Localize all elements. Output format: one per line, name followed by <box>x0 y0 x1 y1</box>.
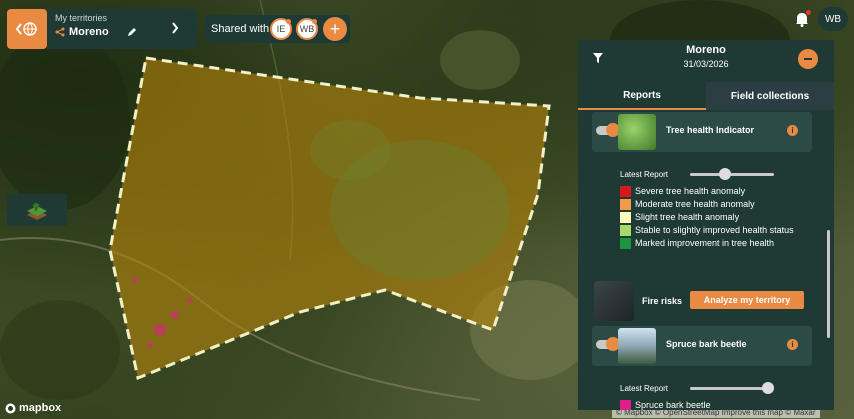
legend-swatch <box>620 400 631 410</box>
territory-card[interactable]: My territories Moreno <box>47 9 197 49</box>
spruce-beetle-toggle[interactable] <box>596 337 620 351</box>
tree-health-legend: Severe tree health anomaly Moderate tree… <box>620 186 800 251</box>
legend-swatch <box>620 199 631 210</box>
legend-item: Spruce bark beetle <box>620 400 800 410</box>
chevron-right-icon[interactable] <box>171 22 179 34</box>
fire-risks-thumbnail <box>594 281 634 321</box>
panel-tabs: Reports Field collections <box>578 82 834 110</box>
edit-icon[interactable] <box>127 27 137 37</box>
layer-tree-health: Tree health Indicator i <box>592 112 812 152</box>
globe-back-icon <box>16 22 37 36</box>
slider-knob[interactable] <box>718 168 731 180</box>
latest-report-label: Latest Report <box>620 170 669 179</box>
tab-reports[interactable]: Reports <box>578 82 706 110</box>
shared-user-avatar[interactable]: WB <box>296 18 318 40</box>
legend-item: Moderate tree health anomaly <box>620 199 800 210</box>
legend-swatch <box>620 225 631 236</box>
tree-health-label: Tree health Indicator <box>666 125 755 135</box>
reports-panel: Moreno 31/03/2026 Reports Field collecti… <box>578 40 834 410</box>
notification-bell-icon[interactable] <box>793 10 811 28</box>
collapse-panel-button[interactable] <box>798 49 818 69</box>
info-icon[interactable]: i <box>787 339 798 350</box>
shared-user-avatar[interactable]: IE <box>270 18 292 40</box>
legend-item: Slight tree health anomaly <box>620 212 800 223</box>
mapbox-icon <box>5 403 16 413</box>
map-style-button[interactable] <box>7 194 67 226</box>
mapbox-logo: mapbox <box>5 402 61 414</box>
terrain-icon <box>27 203 47 220</box>
layer-spruce-bark-beetle: Spruce bark beetle i <box>592 326 812 366</box>
fire-risks-label: Fire risks <box>642 296 683 306</box>
legend-swatch <box>620 238 631 249</box>
legend-item: Marked improvement in tree health <box>620 238 800 249</box>
panel-header: Moreno 31/03/2026 <box>578 40 834 82</box>
info-icon[interactable]: i <box>787 125 798 136</box>
spruce-beetle-legend: Spruce bark beetle <box>620 400 800 410</box>
shared-with-label: Shared with <box>211 23 270 35</box>
latest-report-label: Latest Report <box>620 384 669 393</box>
legend-item: Stable to slightly improved health statu… <box>620 225 800 236</box>
shared-with-bar: Shared with IE WB + <box>205 15 350 43</box>
filter-icon[interactable] <box>592 52 604 64</box>
panel-title: Moreno <box>686 44 726 56</box>
analyze-territory-button[interactable]: Analyze my territory <box>690 291 804 309</box>
back-button[interactable] <box>7 9 47 49</box>
panel-date: 31/03/2026 <box>683 59 729 69</box>
spruce-beetle-thumbnail <box>618 328 656 364</box>
layer-fire-risks: Fire risks Analyze my territory <box>594 281 814 321</box>
spruce-beetle-report-slider[interactable] <box>690 382 774 394</box>
territory-name: Moreno <box>55 26 189 38</box>
tab-field-collections[interactable]: Field collections <box>706 82 834 110</box>
territories-label: My territories <box>55 13 108 23</box>
user-avatar[interactable]: WB <box>818 7 848 31</box>
share-icon <box>55 27 65 37</box>
tree-health-toggle[interactable] <box>596 123 620 137</box>
legend-swatch <box>620 212 631 223</box>
slider-knob[interactable] <box>762 382 774 394</box>
territory-name-text: Moreno <box>69 26 109 38</box>
tree-health-report-slider[interactable] <box>690 168 774 180</box>
add-share-button[interactable]: + <box>323 17 347 41</box>
spruce-beetle-label: Spruce bark beetle <box>666 339 747 349</box>
legend-swatch <box>620 186 631 197</box>
panel-scrollbar[interactable] <box>827 230 830 338</box>
legend-item: Severe tree health anomaly <box>620 186 800 197</box>
tree-health-thumbnail <box>618 114 656 150</box>
